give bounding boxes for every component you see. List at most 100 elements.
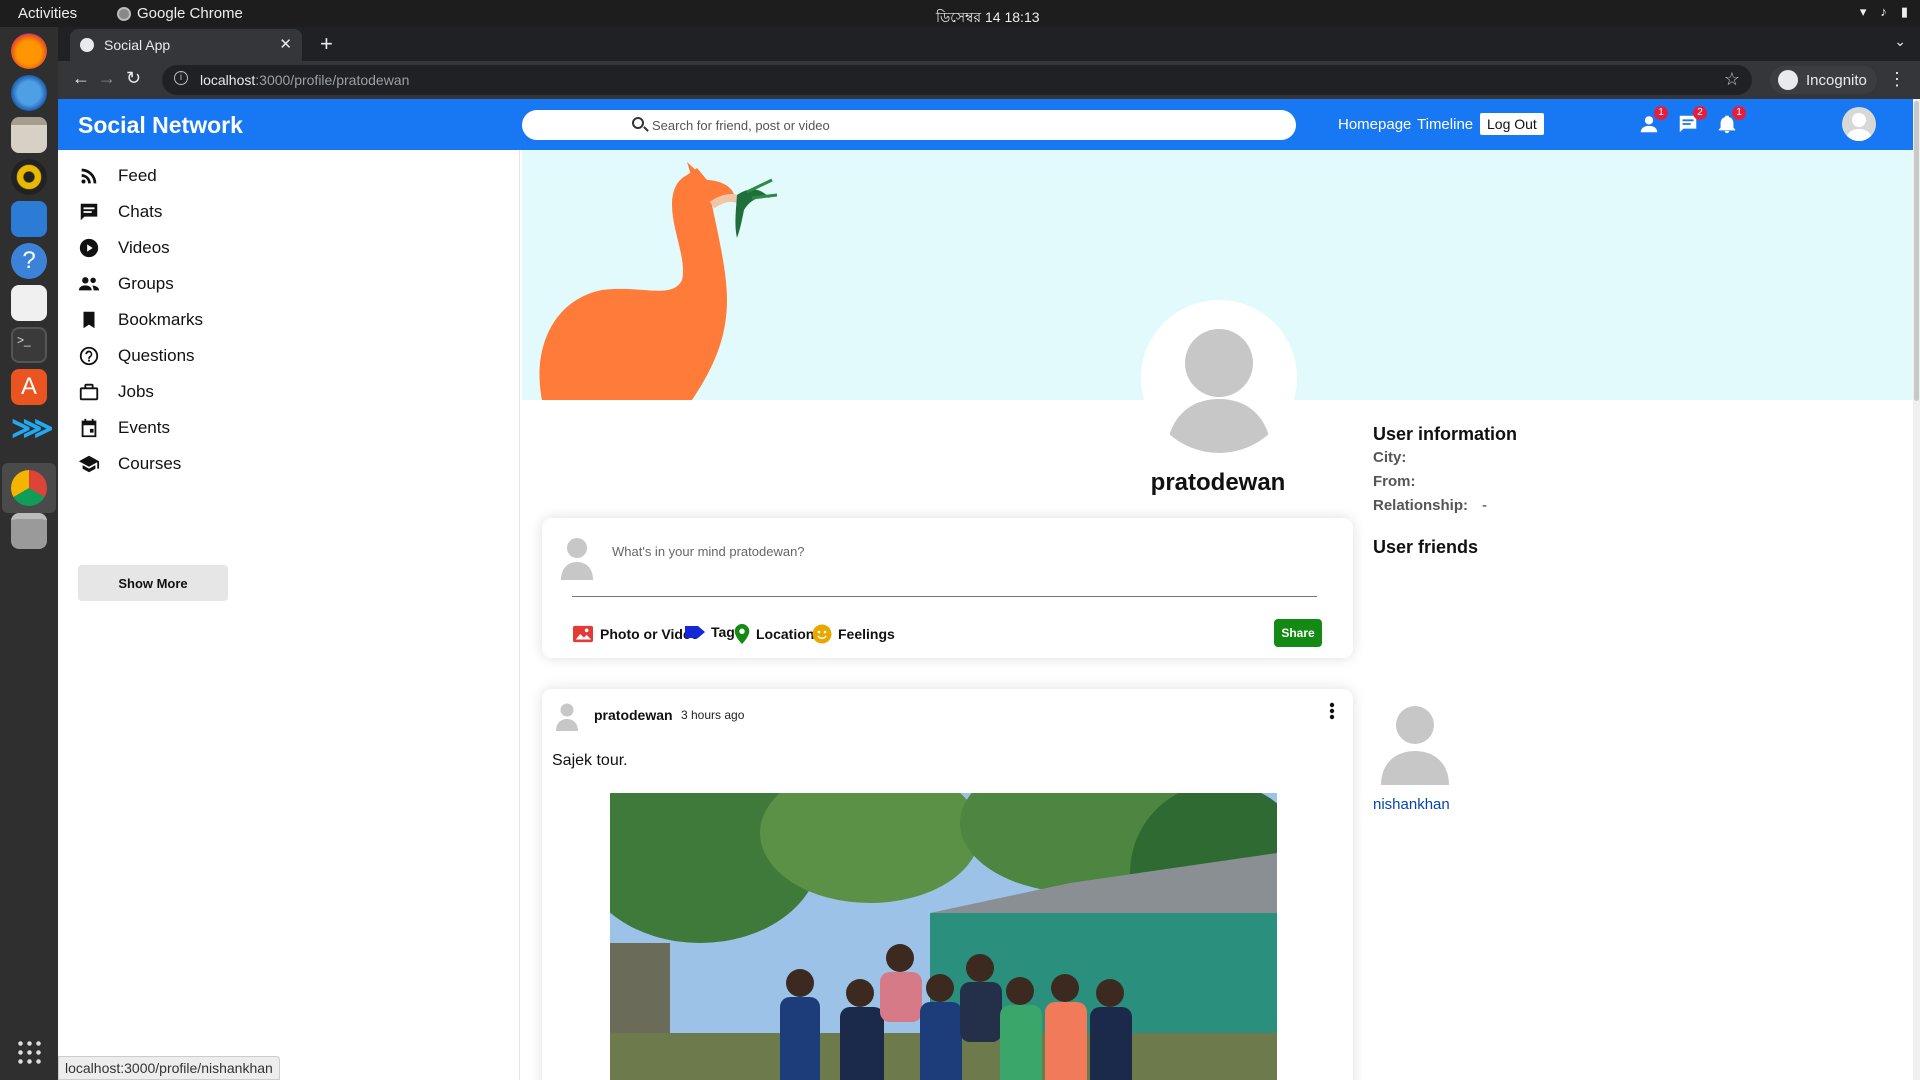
sidebar-item-label: Courses: [118, 454, 182, 473]
sidebar-item-jobs[interactable]: Jobs: [78, 377, 154, 407]
sidebar-item-label: Videos: [118, 238, 170, 257]
sidebar-item-groups[interactable]: Groups: [78, 269, 174, 299]
thunderbird-icon[interactable]: [11, 75, 47, 111]
messages-badge: 2: [1693, 106, 1707, 120]
browser-tab-strip: Social App ✕ + ⌄: [58, 27, 1920, 61]
share-option-location[interactable]: Location: [734, 624, 814, 644]
address-url[interactable]: localhost:3000/profile/pratodewan: [200, 72, 409, 88]
sidebar-item-label: Feed: [118, 166, 157, 185]
share-option-feelings[interactable]: Feelings: [812, 624, 895, 644]
trash-icon[interactable]: [11, 513, 47, 549]
battery-icon: ▮: [1900, 4, 1908, 19]
app-name: Google Chrome: [137, 5, 243, 22]
search-bar[interactable]: [522, 110, 1296, 140]
post-timestamp: 3 hours ago: [681, 708, 745, 722]
notifications-button[interactable]: 1: [1716, 106, 1746, 135]
sidebar-item-bookmarks[interactable]: Bookmarks: [78, 305, 203, 335]
page-scrollbar[interactable]: [1913, 99, 1920, 1080]
calendar-icon: [81, 418, 97, 438]
incognito-indicator[interactable]: Incognito: [1770, 66, 1877, 94]
share-button[interactable]: Share: [1274, 619, 1322, 647]
post-image[interactable]: [610, 793, 1277, 1080]
software-icon[interactable]: A: [11, 369, 47, 405]
user-info-city: City:: [1373, 449, 1420, 466]
friend-requests-badge: 1: [1654, 106, 1668, 120]
profile-avatar[interactable]: [1141, 300, 1297, 456]
bookmark-star-icon[interactable]: ☆: [1724, 69, 1740, 90]
help-icon[interactable]: ?: [11, 243, 47, 279]
activities-button[interactable]: Activities: [18, 5, 77, 22]
post-text: Sajek tour.: [552, 752, 628, 769]
sidebar-item-questions[interactable]: Questions: [78, 341, 195, 371]
photo-icon: [573, 625, 593, 643]
group-icon: [78, 277, 100, 291]
rhythmbox-icon[interactable]: [11, 159, 47, 195]
back-icon[interactable]: ←: [72, 68, 90, 89]
relationship-label: Relationship:: [1373, 497, 1469, 514]
ubuntu-dock: ? >_ A ⋙: [0, 27, 58, 1080]
system-tray[interactable]: ▾ ♪ ▮: [1860, 4, 1908, 20]
sidebar-item-courses[interactable]: Courses: [78, 449, 181, 479]
reload-icon[interactable]: ↻: [126, 68, 141, 89]
firefox-icon[interactable]: [11, 33, 47, 69]
share-divider: [572, 596, 1317, 597]
sidebar-item-label: Bookmarks: [118, 310, 204, 329]
writer-icon[interactable]: [11, 201, 47, 237]
forward-icon[interactable]: →: [98, 68, 116, 89]
post-author-name[interactable]: pratodewan: [594, 707, 673, 723]
messages-button[interactable]: 2: [1677, 106, 1707, 135]
timeline-link[interactable]: Timeline: [1417, 116, 1473, 133]
user-avatar[interactable]: [1842, 107, 1876, 141]
scrollbar-thumb[interactable]: [1914, 101, 1919, 401]
files-icon[interactable]: [11, 117, 47, 153]
tag-icon: [685, 626, 705, 638]
sidebar-item-videos[interactable]: Videos: [78, 233, 170, 263]
friend-item[interactable]: nishankhan: [1373, 701, 1463, 813]
brand-logo[interactable]: Social Network: [78, 112, 243, 139]
bookmark-icon: [83, 311, 95, 329]
browser-toolbar: ← → ↻ i localhost:3000/profile/pratodewa…: [58, 61, 1920, 99]
address-bar[interactable]: i localhost:3000/profile/pratodewan ☆: [162, 65, 1752, 95]
sidebar-item-events[interactable]: Events: [78, 413, 170, 443]
friend-requests-button[interactable]: 1: [1638, 106, 1668, 135]
post-author-avatar[interactable]: [556, 701, 578, 731]
rss-icon: [81, 168, 97, 184]
chrome-icon[interactable]: [11, 470, 47, 506]
play-circle-icon: [79, 238, 99, 258]
share-input[interactable]: [612, 540, 1212, 562]
text-editor-icon[interactable]: [11, 285, 47, 321]
browser-tab[interactable]: Social App ✕: [70, 29, 302, 61]
new-tab-button[interactable]: +: [320, 31, 333, 57]
share-option-tag[interactable]: Tag: [685, 624, 735, 640]
more-options-icon[interactable]: [1329, 702, 1335, 720]
show-apps-icon[interactable]: [16, 1039, 42, 1065]
link-hover-status: localhost:3000/profile/nishankhan: [58, 1056, 280, 1080]
incognito-label: Incognito: [1806, 71, 1867, 89]
share-option-photo[interactable]: Photo or Video: [572, 624, 699, 644]
app-menu[interactable]: Google Chrome: [117, 5, 243, 22]
homepage-link[interactable]: Homepage: [1338, 116, 1411, 133]
sidebar-item-label: Chats: [118, 202, 163, 221]
briefcase-icon: [79, 383, 99, 401]
sidebar-item-chats[interactable]: Chats: [78, 197, 162, 227]
chrome-app-icon: [117, 6, 131, 21]
tab-close-icon[interactable]: ✕: [279, 35, 292, 53]
show-more-button[interactable]: Show More: [78, 565, 228, 601]
friend-name[interactable]: nishankhan: [1373, 796, 1463, 813]
sidebar-item-feed[interactable]: Feed: [78, 161, 157, 191]
profile-username: pratodewan: [1150, 469, 1286, 496]
search-icon: [632, 117, 644, 129]
app-topbar: Social Network Homepage Timeline Log Out…: [58, 99, 1913, 150]
vscode-icon[interactable]: ⋙: [11, 411, 54, 447]
site-info-icon[interactable]: i: [174, 71, 188, 85]
logout-button[interactable]: Log Out: [1480, 113, 1544, 135]
search-input[interactable]: [652, 110, 1272, 140]
user-friends-title: User friends: [1373, 537, 1479, 557]
share-option-label: Location: [756, 626, 815, 642]
location-pin-icon: [734, 624, 750, 644]
tab-search-icon[interactable]: ⌄: [1894, 33, 1906, 50]
sidebar-item-label: Events: [118, 418, 170, 437]
default-avatar-icon: [1144, 303, 1294, 453]
terminal-icon[interactable]: >_: [11, 327, 47, 363]
chrome-menu-icon[interactable]: ⋮: [1888, 69, 1906, 90]
